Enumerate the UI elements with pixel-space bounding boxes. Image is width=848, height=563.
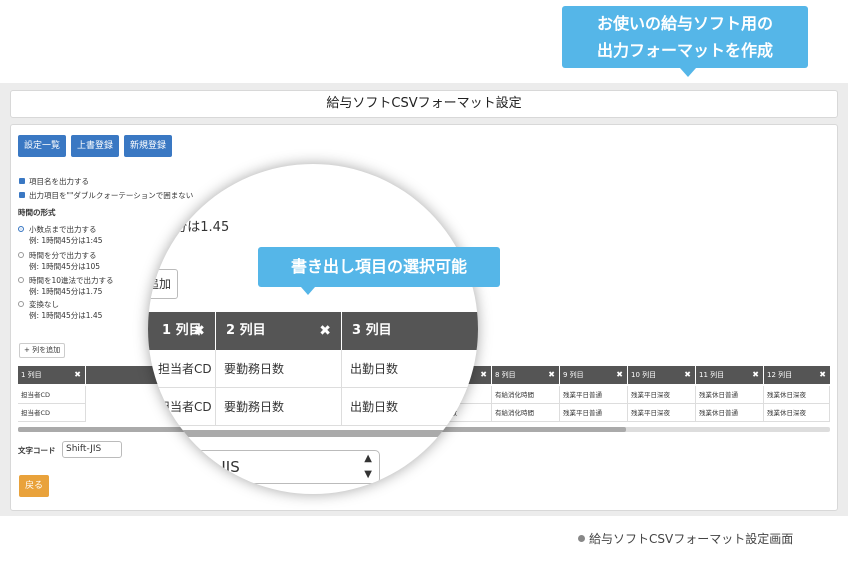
column-header: 1 列目 ✖ (18, 366, 86, 384)
format-radio-decimal10[interactable] (18, 277, 24, 283)
lens-table-cell[interactable]: 要勤務日数 (216, 350, 342, 388)
lens-scrollbar-thumb[interactable] (148, 430, 478, 437)
format-label: 時間を10進法で出力する (29, 276, 114, 285)
close-icon[interactable]: ✖ (616, 366, 623, 384)
table-cell[interactable]: 残業平日深夜 (628, 404, 696, 422)
close-icon[interactable]: ✖ (684, 366, 691, 384)
column-header: 8 列目 ✖ (492, 366, 560, 384)
lens-table-cell[interactable]: 担当者CD (148, 388, 216, 426)
table-cell[interactable]: 残業平日深夜 (628, 386, 696, 404)
table-cell[interactable]: 残業休日深夜 (764, 386, 830, 404)
format-radio-minutes[interactable] (18, 252, 24, 258)
table-cell[interactable]: 担当者CD (18, 404, 86, 422)
column-header-label: 11 列目 (699, 371, 725, 379)
lens-encoding-label: コード (148, 462, 172, 477)
format-radio-decimal[interactable] (18, 226, 24, 232)
column-header-label: 9 列目 (563, 371, 584, 379)
table-cell[interactable]: 残業休日深夜 (764, 404, 830, 422)
format-radio-none[interactable] (18, 301, 24, 307)
settings-list-button[interactable]: 設定一覧 (18, 135, 66, 157)
column-header-label: 12 列目 (767, 371, 793, 379)
table-cell[interactable]: 残業平日普通 (560, 404, 628, 422)
column-header: 9 列目 ✖ (560, 366, 628, 384)
figure-caption: 給与ソフトCSVフォーマット設定画面 (578, 530, 793, 547)
callout-text: 書き出し項目の選択可能 (290, 257, 467, 276)
column-header-label: 10 列目 (631, 371, 657, 379)
format-example: 例: 1時間45分は1.45 (29, 311, 103, 320)
encoding-label: 文字コード (18, 446, 56, 455)
lens-example-text: 5分は1.45 (166, 220, 230, 235)
lens-column-header: 3 列目 (342, 312, 478, 350)
lens-column-header: 2 列目 ✖ (216, 312, 342, 350)
new-register-button[interactable]: 新規登録 (124, 135, 172, 157)
column-header: 10 列目 ✖ (628, 366, 696, 384)
encoding-select[interactable]: Shift-JIS (62, 441, 122, 458)
column-header-label: 8 列目 (495, 371, 516, 379)
close-icon[interactable]: ✖ (480, 366, 487, 384)
feature-callout-format: お使いの給与ソフト用の 出力フォーマットを作成 (562, 6, 808, 77)
table-cell[interactable]: 有給消化時間 (492, 404, 560, 422)
table-cell[interactable]: 担当者CD (18, 386, 86, 404)
lens-table-cell[interactable]: 担当者CD (148, 350, 216, 388)
bullet-icon (578, 535, 585, 542)
column-header: 11 列目 ✖ (696, 366, 764, 384)
output-names-checkbox[interactable] (19, 178, 25, 184)
table-cell[interactable]: 残業平日普通 (560, 386, 628, 404)
feature-callout-select: 書き出し項目の選択可能 (258, 247, 500, 295)
format-label: 時間を分で出力する (29, 251, 97, 260)
chevron-up-down-icon: ▲ ▼ (364, 453, 372, 480)
time-format-heading: 時間の形式 (18, 208, 56, 217)
close-icon[interactable]: ✖ (548, 366, 555, 384)
overwrite-save-button[interactable]: 上書登録 (71, 135, 119, 157)
lens-table-cell[interactable]: 要勤務日数 (216, 388, 342, 426)
format-example: 例: 1時間45分は1:45 (29, 236, 103, 245)
lens-add-column-button[interactable]: 列を追加 (148, 269, 178, 299)
callout-tail (680, 68, 696, 77)
format-label: 変換なし (29, 300, 59, 309)
lens-encoding-select[interactable]: Shift-JIS ▲ ▼ (172, 450, 380, 484)
lens-encoding-value: Shift-JIS (181, 458, 240, 476)
add-column-button[interactable]: + 列を追加 (19, 343, 66, 358)
close-icon[interactable]: ✖ (819, 366, 826, 384)
column-header-label: 1 列目 (21, 371, 42, 379)
callout-line-2: 出力フォーマットを作成 (596, 41, 773, 60)
table-cell[interactable]: 残業休日普通 (696, 404, 764, 422)
lens-column-header-label: 3 列目 (352, 323, 392, 338)
lens-table-cell[interactable]: 出勤日数 (342, 388, 478, 426)
callout-tail (301, 287, 315, 295)
table-cell[interactable]: 有給消化時間 (492, 386, 560, 404)
close-icon[interactable]: ✖ (319, 312, 331, 350)
format-label: 小数点まで出力する (29, 225, 97, 234)
page-title: 給与ソフトCSVフォーマット設定 (10, 90, 838, 118)
lens-column-header: 1 列目 ✖ (148, 312, 216, 350)
table-cell[interactable]: 残業休日普通 (696, 386, 764, 404)
lens-table-cell[interactable]: 出勤日数 (342, 350, 478, 388)
format-example: 例: 1時間45分は105 (29, 262, 101, 271)
lens-column-header-label: 2 列目 (226, 323, 266, 338)
close-icon[interactable]: ✖ (193, 312, 205, 350)
no-quotes-checkbox[interactable] (19, 192, 25, 198)
format-example: 例: 1時間45分は1.75 (29, 287, 103, 296)
close-icon[interactable]: ✖ (752, 366, 759, 384)
output-names-label: 項目名を出力する (29, 177, 89, 186)
close-icon[interactable]: ✖ (74, 366, 81, 384)
back-button[interactable]: 戻る (19, 475, 49, 497)
column-header: 12 列目 ✖ (764, 366, 830, 384)
callout-line-1: お使いの給与ソフト用の (596, 14, 773, 33)
magnifier-lens: 5分は1.45 列を追加 1 列目 ✖ 2 列目 ✖ 3 列目 担当者CD 担当… (148, 164, 478, 494)
caption-text: 給与ソフトCSVフォーマット設定画面 (589, 532, 794, 546)
